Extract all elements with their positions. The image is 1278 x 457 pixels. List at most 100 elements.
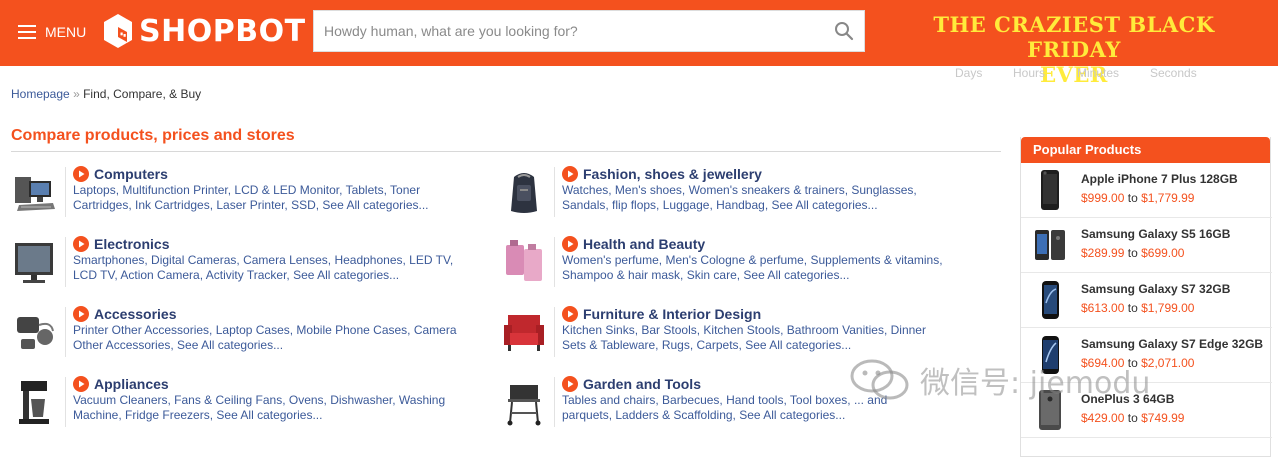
page-title: Compare products, prices and stores bbox=[11, 127, 295, 144]
play-circle-icon bbox=[562, 376, 578, 392]
play-circle-icon bbox=[562, 236, 578, 252]
armchair-icon[interactable] bbox=[500, 307, 548, 357]
category-links-line-1[interactable]: Tables and chairs, Barbecues, Hand tools… bbox=[562, 393, 992, 408]
category-links-line-1[interactable]: Watches, Men's shoes, Women's sneakers &… bbox=[562, 183, 992, 198]
tv-icon[interactable] bbox=[11, 237, 59, 287]
accessories-icon[interactable] bbox=[11, 307, 59, 357]
menu-button[interactable]: MENU bbox=[18, 20, 86, 44]
category-divider bbox=[554, 307, 555, 357]
countdown-days-label: Days bbox=[955, 66, 983, 80]
popular-product-item[interactable]: OnePlus 3 64GB $429.00 to $749.99 bbox=[1021, 383, 1272, 438]
price-low: $694.00 bbox=[1081, 356, 1125, 370]
category-links-line-1[interactable]: Laptops, Multifunction Printer, LCD & LE… bbox=[73, 183, 503, 198]
category-link-appliances[interactable]: Appliances bbox=[94, 376, 169, 392]
price-high: $1,799.00 bbox=[1141, 301, 1195, 315]
category-body: Health and Beauty Women's perfume, Men's… bbox=[562, 235, 992, 283]
category-links-line-2[interactable]: Machine, Fridge Freezers, See All catego… bbox=[73, 408, 503, 423]
phone-image-icon bbox=[1041, 170, 1059, 210]
popular-products-title: Popular Products bbox=[1021, 137, 1270, 163]
black-friday-promo[interactable]: THE CRAZIEST BLACK FRIDAY EVER bbox=[885, 12, 1263, 87]
category-divider bbox=[65, 167, 66, 217]
search-input[interactable] bbox=[314, 11, 824, 51]
category-links-line-1[interactable]: Vacuum Cleaners, Fans & Ceiling Fans, Ov… bbox=[73, 393, 503, 408]
product-price-range: $289.99 to $699.00 bbox=[1081, 246, 1184, 260]
product-name[interactable]: OnePlus 3 64GB bbox=[1081, 392, 1174, 406]
backpack-icon[interactable] bbox=[500, 167, 548, 217]
category-link-electronics[interactable]: Electronics bbox=[94, 236, 169, 252]
play-circle-icon bbox=[73, 166, 89, 182]
category-link-computers[interactable]: Computers bbox=[94, 166, 168, 182]
popular-product-item[interactable]: Samsung Galaxy S5 16GB $289.99 to $699.0… bbox=[1021, 218, 1272, 273]
category-heading: Furniture & Interior Design bbox=[562, 305, 992, 323]
popular-product-item[interactable]: Apple iPhone 7 Plus 128GB $999.00 to $1,… bbox=[1021, 163, 1272, 218]
countdown-minutes-label: Minutes bbox=[1077, 66, 1120, 80]
play-circle-icon bbox=[562, 166, 578, 182]
phone-image-icon bbox=[1035, 230, 1065, 260]
popular-product-item[interactable]: Samsung Galaxy S7 32GB $613.00 to $1,799… bbox=[1021, 273, 1272, 328]
logo-cube-icon bbox=[104, 14, 132, 48]
price-to-label: to bbox=[1127, 246, 1138, 260]
coffee-maker-icon[interactable] bbox=[11, 377, 59, 427]
desktop-computer-icon[interactable] bbox=[11, 167, 59, 217]
breadcrumb-home-link[interactable]: Homepage bbox=[11, 87, 70, 101]
phone-image-icon bbox=[1042, 281, 1059, 319]
search-icon[interactable] bbox=[834, 21, 854, 41]
product-name[interactable]: Samsung Galaxy S7 Edge 32GB bbox=[1081, 337, 1263, 351]
price-high: $2,071.00 bbox=[1141, 356, 1195, 370]
category-heading: Garden and Tools bbox=[562, 375, 992, 393]
category-link-furniture[interactable]: Furniture & Interior Design bbox=[583, 306, 761, 322]
category-link-health-beauty[interactable]: Health and Beauty bbox=[583, 236, 705, 252]
price-to-label: to bbox=[1127, 301, 1138, 315]
category-divider bbox=[554, 377, 555, 427]
category-link-fashion[interactable]: Fashion, shoes & jewellery bbox=[583, 166, 762, 182]
product-price-range: $613.00 to $1,799.00 bbox=[1081, 301, 1194, 315]
category-heading: Health and Beauty bbox=[562, 235, 992, 253]
category-link-garden-tools[interactable]: Garden and Tools bbox=[583, 376, 701, 392]
product-name[interactable]: Samsung Galaxy S5 16GB bbox=[1081, 227, 1230, 241]
breadcrumb: Homepage » Find, Compare, & Buy bbox=[11, 87, 201, 101]
search-box bbox=[313, 10, 865, 52]
price-low: $999.00 bbox=[1081, 191, 1125, 205]
category-links-line-2[interactable]: LCD TV, Action Camera, Activity Tracker,… bbox=[73, 268, 503, 283]
category-divider bbox=[65, 237, 66, 287]
category-links-line-1[interactable]: Women's perfume, Men's Cologne & perfume… bbox=[562, 253, 992, 268]
category-divider bbox=[554, 167, 555, 217]
category-heading: Appliances bbox=[73, 375, 503, 393]
price-high: $749.99 bbox=[1141, 411, 1185, 425]
category-links-line-2[interactable]: Other Accessories, See All categories... bbox=[73, 338, 503, 353]
barbecue-grill-icon[interactable] bbox=[500, 377, 548, 427]
price-to-label: to bbox=[1127, 191, 1138, 205]
category-links-line-1[interactable]: Smartphones, Digital Cameras, Camera Len… bbox=[73, 253, 503, 268]
category-links-line-1[interactable]: Printer Other Accessories, Laptop Cases,… bbox=[73, 323, 503, 338]
category-link-accessories[interactable]: Accessories bbox=[94, 306, 177, 322]
play-circle-icon bbox=[73, 236, 89, 252]
price-low: $429.00 bbox=[1081, 411, 1125, 425]
category-links-line-2[interactable]: Sandals, flip flops, Luggage, Handbag, S… bbox=[562, 198, 992, 213]
product-name[interactable]: Apple iPhone 7 Plus 128GB bbox=[1081, 172, 1238, 186]
promo-line-2: EVER bbox=[1040, 62, 1108, 87]
countdown-hours-label: Hours bbox=[1013, 66, 1046, 80]
perfume-icon[interactable] bbox=[500, 237, 548, 287]
category-body: Appliances Vacuum Cleaners, Fans & Ceili… bbox=[73, 375, 503, 423]
category-divider bbox=[554, 237, 555, 287]
logo-text: SHOPBOT bbox=[139, 13, 306, 49]
breadcrumb-current: Find, Compare, & Buy bbox=[83, 87, 202, 101]
phone-image-icon bbox=[1042, 336, 1059, 374]
product-price-range: $694.00 to $2,071.00 bbox=[1081, 356, 1194, 370]
shopbot-logo[interactable]: SHOPBOT bbox=[103, 13, 306, 49]
category-links-line-2[interactable]: Sets & Tableware, Rugs, Carpets, See All… bbox=[562, 338, 992, 353]
category-links-line-2[interactable]: parquets, Ladders & Scaffolding, See All… bbox=[562, 408, 992, 423]
menu-label: MENU bbox=[45, 24, 87, 40]
category-heading: Accessories bbox=[73, 305, 503, 323]
category-links-line-1[interactable]: Kitchen Sinks, Bar Stools, Kitchen Stool… bbox=[562, 323, 992, 338]
category-body: Electronics Smartphones, Digital Cameras… bbox=[73, 235, 503, 283]
product-name[interactable]: Samsung Galaxy S7 32GB bbox=[1081, 282, 1230, 296]
popular-product-item[interactable]: Samsung Galaxy S7 Edge 32GB $694.00 to $… bbox=[1021, 328, 1272, 383]
popular-products-panel: Popular Products Apple iPhone 7 Plus 128… bbox=[1020, 137, 1272, 457]
price-to-label: to bbox=[1127, 411, 1138, 425]
category-body: Accessories Printer Other Accessories, L… bbox=[73, 305, 503, 353]
category-links-line-2[interactable]: Shampoo & hair mask, Skin care, See All … bbox=[562, 268, 992, 283]
category-body: Garden and Tools Tables and chairs, Barb… bbox=[562, 375, 992, 423]
category-links-line-2[interactable]: Cartridges, Ink Cartridges, Laser Printe… bbox=[73, 198, 503, 213]
category-divider bbox=[65, 307, 66, 357]
